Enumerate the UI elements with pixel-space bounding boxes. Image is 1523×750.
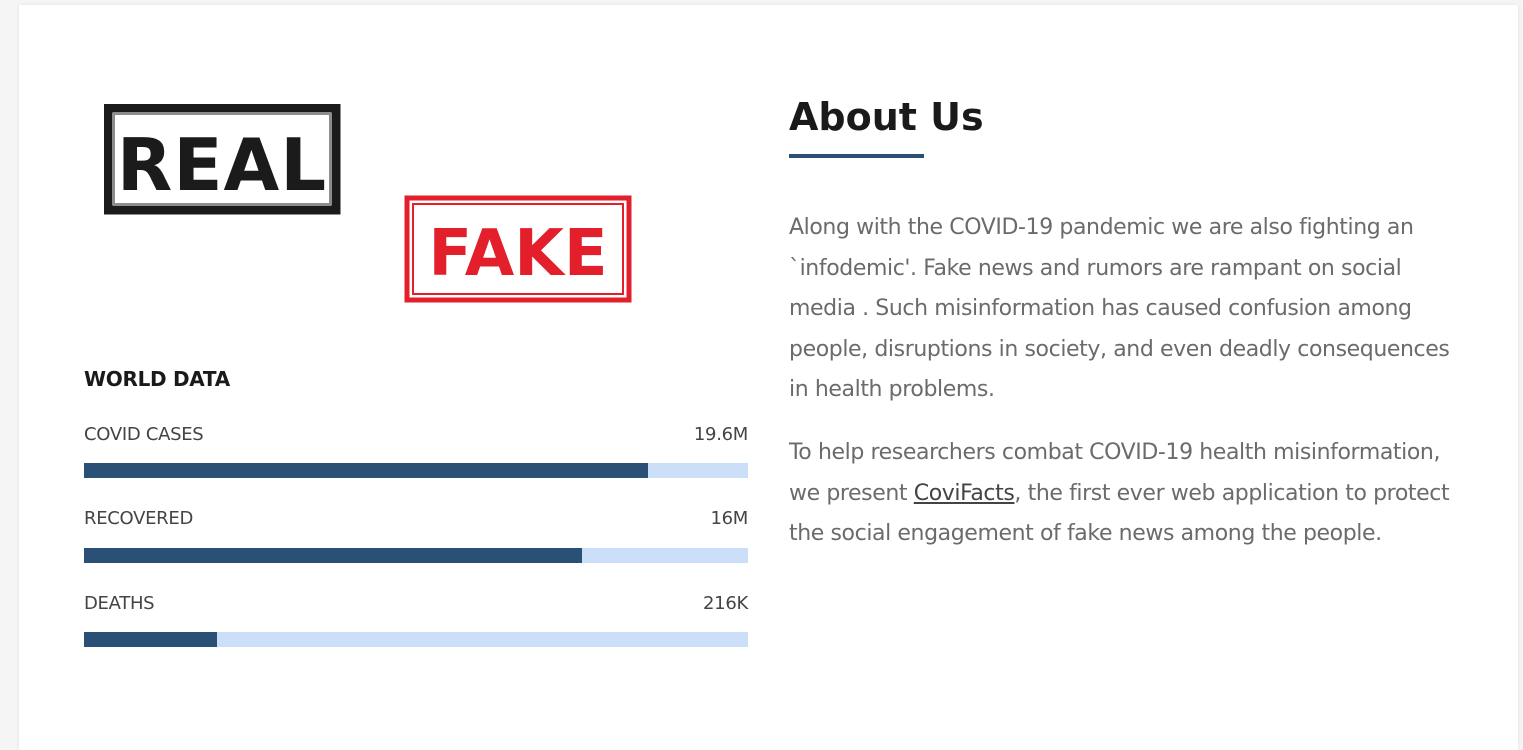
covifacts-link[interactable]: CoviFacts [914,481,1015,506]
stat-deaths: DEATHS 216K [84,593,748,647]
stat-value: 19.6M [693,424,748,445]
progress-bar-track [84,632,748,647]
stat-label: RECOVERED [84,508,194,529]
progress-bar-track [84,548,748,563]
heading-underline [789,154,924,158]
stat-value: 16M [710,508,748,529]
progress-bar-fill [84,632,217,647]
svg-text:REAL: REAL [117,123,327,207]
real-fake-image: REAL FAKE [84,100,644,310]
svg-text:FAKE: FAKE [428,217,607,291]
stat-label: COVID CASES [84,424,204,445]
progress-bar-track [84,463,748,478]
fake-stamp: FAKE [404,195,632,303]
stat-covid-cases: COVID CASES 19.6M [84,424,748,478]
about-paragraph-2: To help researchers combat COVID-19 heal… [789,433,1454,555]
progress-bar-fill [84,548,582,563]
stat-label: DEATHS [84,593,155,614]
about-paragraph-1: Along with the COVID-19 pandemic we are … [789,215,1450,402]
world-data-title: WORLD DATA [84,367,230,391]
stat-value: 216K [703,593,748,614]
about-us-heading: About Us [789,95,984,139]
real-stamp: REAL [104,104,341,215]
stat-recovered: RECOVERED 16M [84,508,748,563]
progress-bar-fill [84,463,649,478]
